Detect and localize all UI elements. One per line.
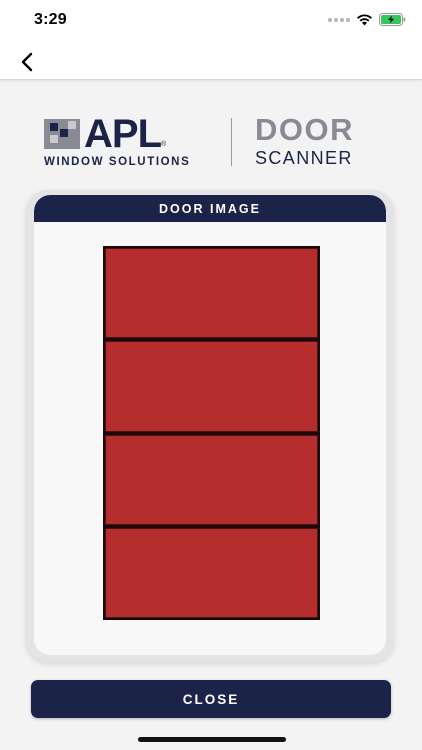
product-name-scanner: SCANNER xyxy=(255,148,353,168)
apl-brand-text: APL xyxy=(84,112,162,156)
door-image xyxy=(103,246,320,620)
status-time: 3:29 xyxy=(34,11,67,28)
status-bar: 3:29 xyxy=(0,0,422,44)
door-scanner-logo: DOOR SCANNER xyxy=(255,112,354,169)
door-image-card: DOOR IMAGE xyxy=(26,190,394,662)
door-panel-3 xyxy=(105,434,318,525)
registered-mark: ® xyxy=(161,141,167,148)
brand-subtitle: WINDOW SOLUTIONS xyxy=(44,156,191,168)
door-image-card-body: DOOR IMAGE xyxy=(34,195,386,655)
door-panel-1 xyxy=(105,248,318,339)
chevron-left-icon xyxy=(21,52,33,72)
close-button[interactable]: CLOSE xyxy=(31,680,391,718)
apl-mark-icon xyxy=(44,119,80,149)
card-title: DOOR IMAGE xyxy=(159,201,261,216)
wifi-icon xyxy=(357,14,372,26)
signal-dots-icon xyxy=(328,17,350,22)
close-button-label: CLOSE xyxy=(182,691,240,707)
navigation-bar xyxy=(0,44,422,80)
apl-window-solutions-logo: APL ® WINDOW SOLUTIONS xyxy=(44,112,191,168)
logo-divider xyxy=(231,118,232,166)
door-panel-4 xyxy=(105,527,318,618)
battery-charging-icon xyxy=(379,13,406,26)
door-panel-2 xyxy=(105,341,318,432)
logo-area: APL ® WINDOW SOLUTIONS DOOR SCANNER xyxy=(0,100,422,180)
status-icons xyxy=(328,13,406,26)
back-button[interactable] xyxy=(12,47,42,77)
product-name-door: DOOR xyxy=(255,112,354,147)
card-header: DOOR IMAGE xyxy=(34,195,386,222)
home-indicator xyxy=(138,737,286,742)
